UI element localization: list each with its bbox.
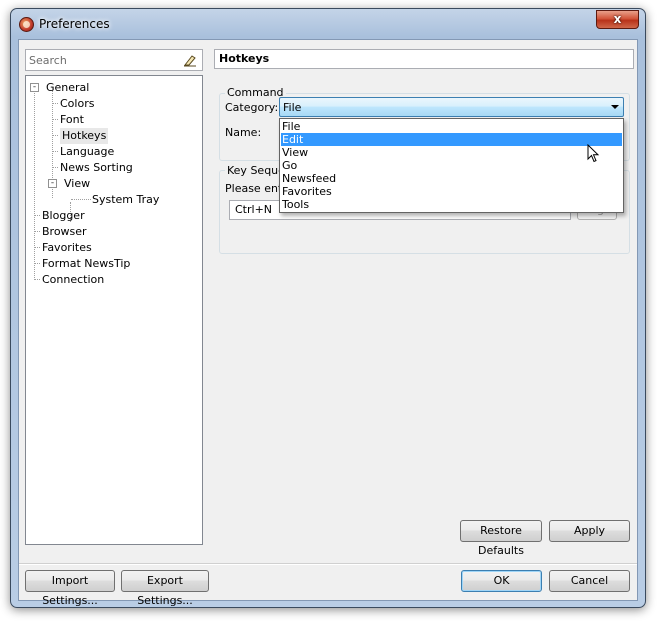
preferences-window: Preferences x - General Colors	[10, 8, 646, 608]
tree-item-label: Font	[60, 113, 84, 126]
chevron-down-icon	[611, 105, 619, 109]
command-group-label: Command	[225, 86, 286, 99]
tree-item-hotkeys[interactable]: Hotkeys	[60, 128, 109, 144]
tree-item-label: Colors	[60, 97, 95, 110]
category-label: Category:	[225, 101, 279, 114]
tree-item-favorites[interactable]: Favorites	[42, 240, 92, 256]
dropdown-option-tools[interactable]: Tools	[281, 198, 622, 211]
tree-connector	[34, 90, 35, 280]
app-globe-icon	[19, 17, 34, 32]
ok-button[interactable]: OK	[461, 570, 542, 592]
tree-item-label: Hotkeys	[62, 129, 107, 142]
tree-item-label: General	[46, 81, 90, 94]
dropdown-option-edit[interactable]: Edit	[281, 133, 622, 146]
tree-connector	[35, 247, 40, 248]
tree-item-label: Blogger	[42, 209, 85, 222]
category-select-value: File	[283, 101, 302, 114]
tree-item-system-tray[interactable]: System Tray	[92, 192, 159, 208]
name-label: Name:	[225, 126, 262, 139]
tree-item-label: System Tray	[92, 193, 160, 206]
dropdown-option-view[interactable]: View	[281, 146, 622, 159]
tree-item-label: View	[64, 177, 91, 190]
tree-item-news-sorting[interactable]: News Sorting	[60, 160, 133, 176]
import-settings-button[interactable]: Import Settings...	[25, 570, 115, 607]
dropdown-option-file[interactable]: File	[281, 120, 622, 133]
category-select[interactable]: File	[279, 97, 624, 117]
tree-item-label: Favorites	[42, 241, 92, 254]
dropdown-option-favorites[interactable]: Favorites	[281, 185, 622, 198]
category-tree: - General Colors Font Hotkeys Language N…	[25, 75, 203, 545]
collapse-icon[interactable]: -	[48, 179, 57, 188]
close-button[interactable]: x	[596, 10, 639, 29]
tree-connector	[53, 119, 58, 120]
restore-defaults-button[interactable]: Restore Defaults	[460, 520, 542, 557]
collapse-icon[interactable]: -	[30, 83, 39, 92]
tree-connector	[35, 263, 40, 264]
tree-item-format-newstip[interactable]: Format NewsTip	[42, 256, 130, 272]
tree-item-browser[interactable]: Browser	[42, 224, 87, 240]
tree-item-label: Connection	[42, 273, 105, 286]
dropdown-option-go[interactable]: Go	[281, 159, 622, 172]
cancel-button[interactable]: Cancel	[549, 570, 630, 592]
tree-connector	[53, 167, 58, 168]
title-bar[interactable]: Preferences x	[11, 9, 645, 39]
tree-connector	[35, 215, 40, 216]
tree-item-blogger[interactable]: Blogger	[42, 208, 85, 224]
tree-connector	[71, 199, 91, 200]
export-settings-button[interactable]: Export Settings...	[121, 570, 209, 607]
tree-item-colors[interactable]: Colors	[60, 96, 94, 112]
tree-item-font[interactable]: Font	[60, 112, 84, 128]
dropdown-option-newsfeed[interactable]: Newsfeed	[281, 172, 622, 185]
clear-search-icon[interactable]	[183, 53, 197, 67]
tree-item-label: Format NewsTip	[42, 257, 131, 270]
client-area: - General Colors Font Hotkeys Language N…	[18, 39, 638, 607]
window-title: Preferences	[39, 17, 110, 31]
tree-item-label: Browser	[42, 225, 87, 238]
search-box	[25, 49, 203, 71]
tree-item-label: Language	[60, 145, 115, 158]
tree-connector	[53, 151, 58, 152]
apply-button[interactable]: Apply	[549, 520, 630, 542]
footer-separator	[19, 563, 637, 565]
tree-item-connection[interactable]: Connection	[42, 272, 104, 288]
tree-item-language[interactable]: Language	[60, 144, 114, 160]
page-title: Hotkeys	[214, 49, 634, 69]
tree-connector	[35, 279, 40, 280]
tree-connector	[53, 103, 58, 104]
tree-item-label: News Sorting	[60, 161, 133, 174]
mouse-pointer-icon	[587, 144, 600, 163]
category-dropdown-list: File Edit View Go Newsfeed Favorites Too…	[279, 118, 624, 213]
search-input[interactable]	[27, 51, 177, 69]
tree-connector	[35, 231, 40, 232]
tree-connector	[53, 135, 58, 136]
